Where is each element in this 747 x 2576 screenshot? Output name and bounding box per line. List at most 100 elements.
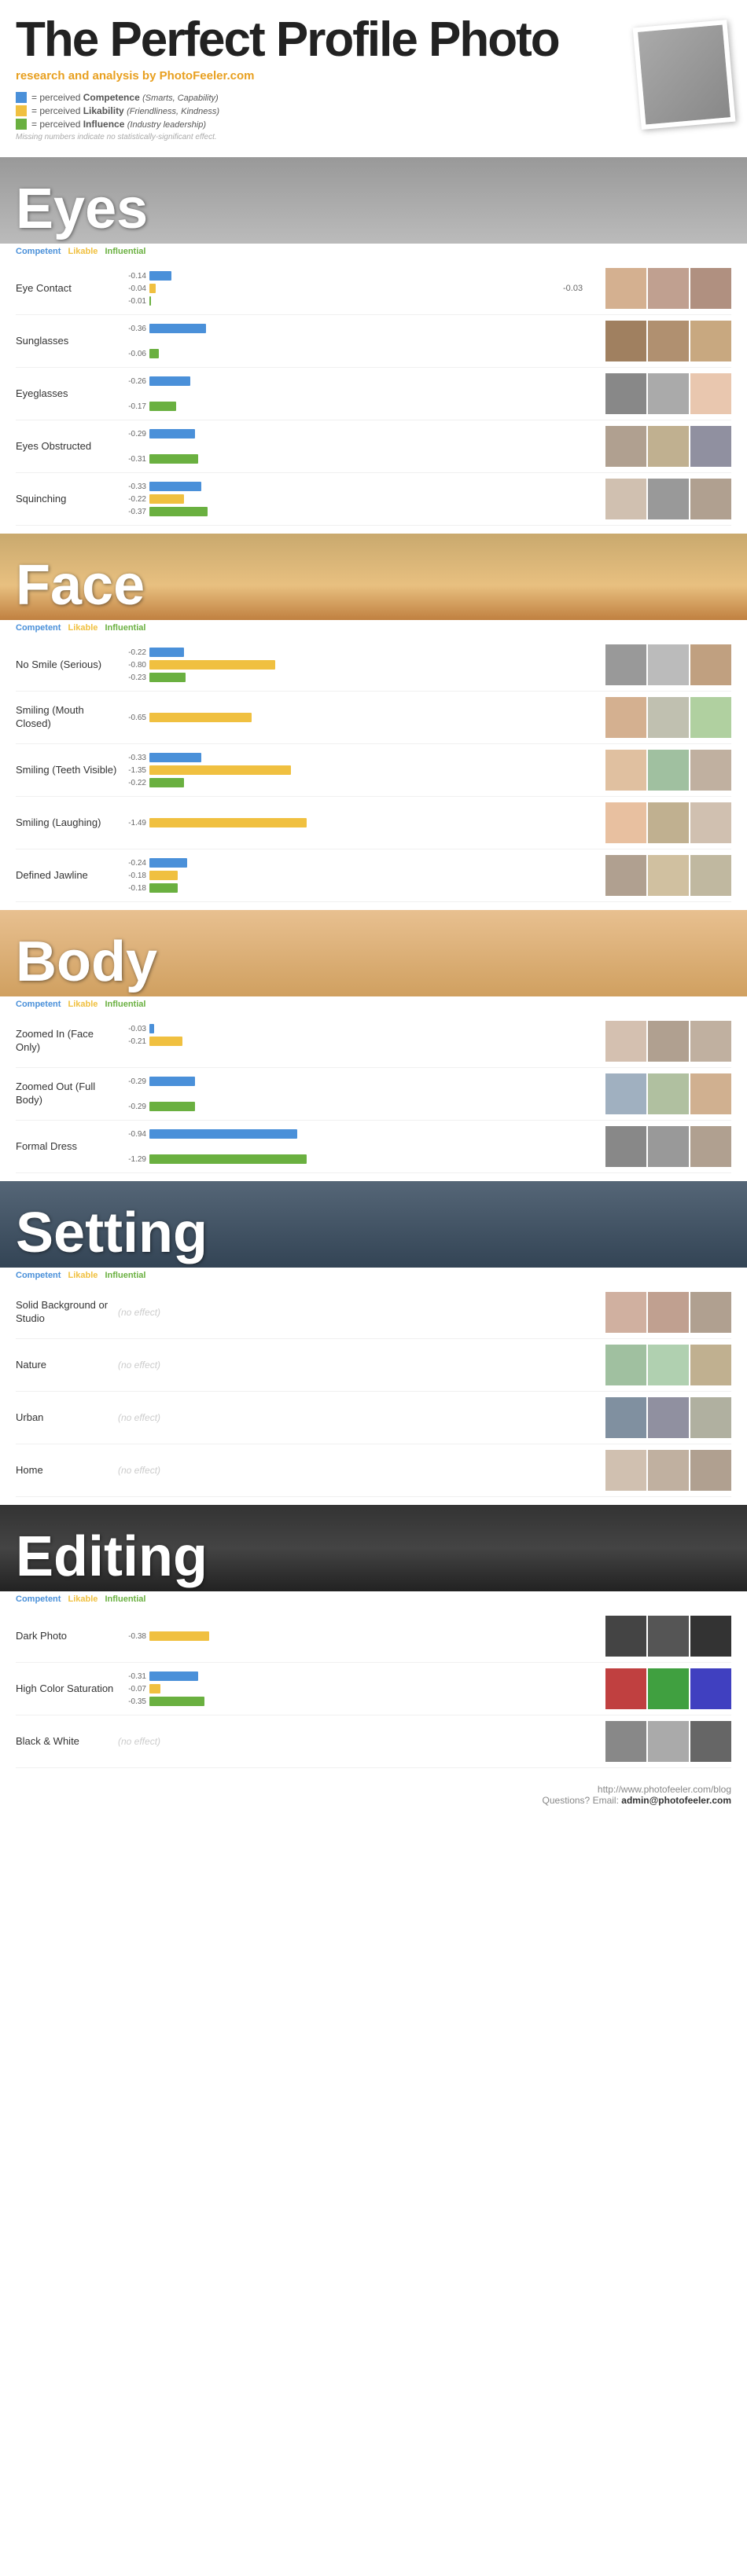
legend: = perceived Competence (Smarts, Capabili… <box>16 92 637 141</box>
face-title: Face <box>16 557 145 614</box>
bar-row-yellow: -0.04 <box>118 283 558 294</box>
setting-title: Setting <box>16 1205 208 1261</box>
photo-2 <box>648 1450 689 1491</box>
nature-no-effect: (no effect) <box>118 1360 558 1371</box>
solid-bg-photos <box>598 1292 731 1333</box>
squinching-photos <box>598 479 731 519</box>
bar-blue <box>149 1024 154 1033</box>
bar-yellow <box>149 1684 160 1693</box>
header-subtitle: research and analysis by PhotoFeeler.com <box>16 69 637 83</box>
bar-green <box>149 349 159 358</box>
eye-contact-bars: -0.14 -0.04 -0.01 <box>118 267 558 310</box>
eyeglasses-label: Eyeglasses <box>16 387 118 401</box>
bar-row-green: -0.37 <box>118 506 558 517</box>
competent-tag: Competent <box>16 1271 61 1280</box>
bar-green <box>149 402 176 411</box>
bar-row-yellow: -0.38 <box>118 1631 558 1642</box>
bar-row-yellow: -1.49 <box>118 817 558 828</box>
bar-row-blue <box>118 805 558 816</box>
bar-yellow <box>149 1037 182 1046</box>
bar-yellow <box>149 713 252 722</box>
eye-contact-label: Eye Contact <box>16 282 118 295</box>
setting-section-header: Setting <box>0 1181 747 1268</box>
influential-tag: Influential <box>105 623 145 633</box>
bar-yellow <box>149 494 184 504</box>
photo-3 <box>690 697 731 738</box>
photo-1 <box>605 802 646 843</box>
body-competent-row: Competent Likable Influential <box>0 996 747 1015</box>
bar-blue <box>149 1671 198 1681</box>
solid-bg-row: Solid Background or Studio (no effect) <box>16 1286 731 1339</box>
footer: http://www.photofeeler.com/blog Question… <box>0 1768 747 1829</box>
editing-section-header: Editing <box>0 1505 747 1591</box>
home-bars: (no effect) <box>118 1449 558 1492</box>
zoomed-in-photos <box>598 1021 731 1062</box>
photo-3 <box>690 426 731 467</box>
influential-color-box <box>16 119 27 130</box>
bar-row-yellow <box>118 1141 558 1152</box>
body-title: Body <box>16 934 157 990</box>
zoomed-out-label: Zoomed Out (Full Body) <box>16 1081 118 1107</box>
urban-row: Urban (no effect) <box>16 1392 731 1444</box>
photo-3 <box>690 268 731 309</box>
bar-yellow <box>149 1631 209 1641</box>
bar-row-yellow <box>118 441 558 452</box>
no-smile-row: No Smile (Serious) -0.22 -0.80 -0.23 <box>16 639 731 692</box>
photo-1 <box>605 1450 646 1491</box>
home-photos <box>598 1450 731 1491</box>
smile-teeth-bars: -0.33 -1.35 -0.22 <box>118 749 558 791</box>
polaroid-image <box>633 20 736 130</box>
photo-1 <box>605 697 646 738</box>
sunglasses-bars: -0.36 -0.06 <box>118 320 558 362</box>
photo-3 <box>690 1616 731 1657</box>
eye-contact-row: Eye Contact -0.14 -0.04 -0.01 -0.03 <box>16 262 731 315</box>
photo-3 <box>690 802 731 843</box>
smile-teeth-row: Smiling (Teeth Visible) -0.33 -1.35 -0.2… <box>16 744 731 797</box>
bar-row-green: -1.29 <box>118 1154 558 1165</box>
no-smile-label: No Smile (Serious) <box>16 659 118 672</box>
bw-label: Black & White <box>16 1735 118 1749</box>
solid-bg-no-effect: (no effect) <box>118 1307 558 1318</box>
photo-3 <box>690 1668 731 1709</box>
high-saturation-label: High Color Saturation <box>16 1682 118 1696</box>
eyeglasses-row: Eyeglasses -0.26 -0.17 <box>16 368 731 420</box>
zoomed-in-bars: -0.03 -0.21 <box>118 1020 558 1062</box>
photo-2 <box>648 373 689 414</box>
dark-photo-row: Dark Photo -0.38 <box>16 1610 731 1663</box>
photo-1 <box>605 479 646 519</box>
urban-photos <box>598 1397 731 1438</box>
bar-row-yellow <box>118 1088 558 1099</box>
influential-tag: Influential <box>105 1000 145 1009</box>
zoomed-in-label: Zoomed In (Face Only) <box>16 1028 118 1055</box>
photo-3 <box>690 1292 731 1333</box>
nature-photos <box>598 1345 731 1385</box>
bar-yellow <box>149 818 307 827</box>
photo-1 <box>605 1126 646 1167</box>
eye-contact-aside: -0.03 <box>558 284 598 293</box>
photo-2 <box>648 426 689 467</box>
bar-row-blue <box>118 699 558 710</box>
zoomed-out-bars: -0.29 -0.29 <box>118 1073 558 1115</box>
bw-no-effect: (no effect) <box>118 1736 558 1747</box>
photo-2 <box>648 1668 689 1709</box>
photo-1 <box>605 1668 646 1709</box>
photo-2 <box>648 802 689 843</box>
eyeglasses-bars: -0.26 -0.17 <box>118 372 558 415</box>
editing-competent-row: Competent Likable Influential <box>0 1591 747 1610</box>
photo-3 <box>690 644 731 685</box>
legend-influential: = perceived Influence (Industry leadersh… <box>16 119 637 130</box>
bar-row-blue: -0.36 <box>118 323 558 334</box>
competent-color-box <box>16 92 27 103</box>
photo-1 <box>605 644 646 685</box>
photo-1 <box>605 321 646 361</box>
legend-note: Missing numbers indicate no statisticall… <box>16 133 637 141</box>
eyes-data: Eye Contact -0.14 -0.04 -0.01 -0.03 <box>0 262 747 526</box>
eyes-obstructed-photos <box>598 426 731 467</box>
home-row: Home (no effect) <box>16 1444 731 1497</box>
smile-closed-photos <box>598 697 731 738</box>
photo-3 <box>690 1397 731 1438</box>
bar-row-blue: -0.33 <box>118 481 558 492</box>
photo-1 <box>605 1073 646 1114</box>
bar-blue <box>149 753 201 762</box>
bar-row-yellow: -1.35 <box>118 765 558 776</box>
